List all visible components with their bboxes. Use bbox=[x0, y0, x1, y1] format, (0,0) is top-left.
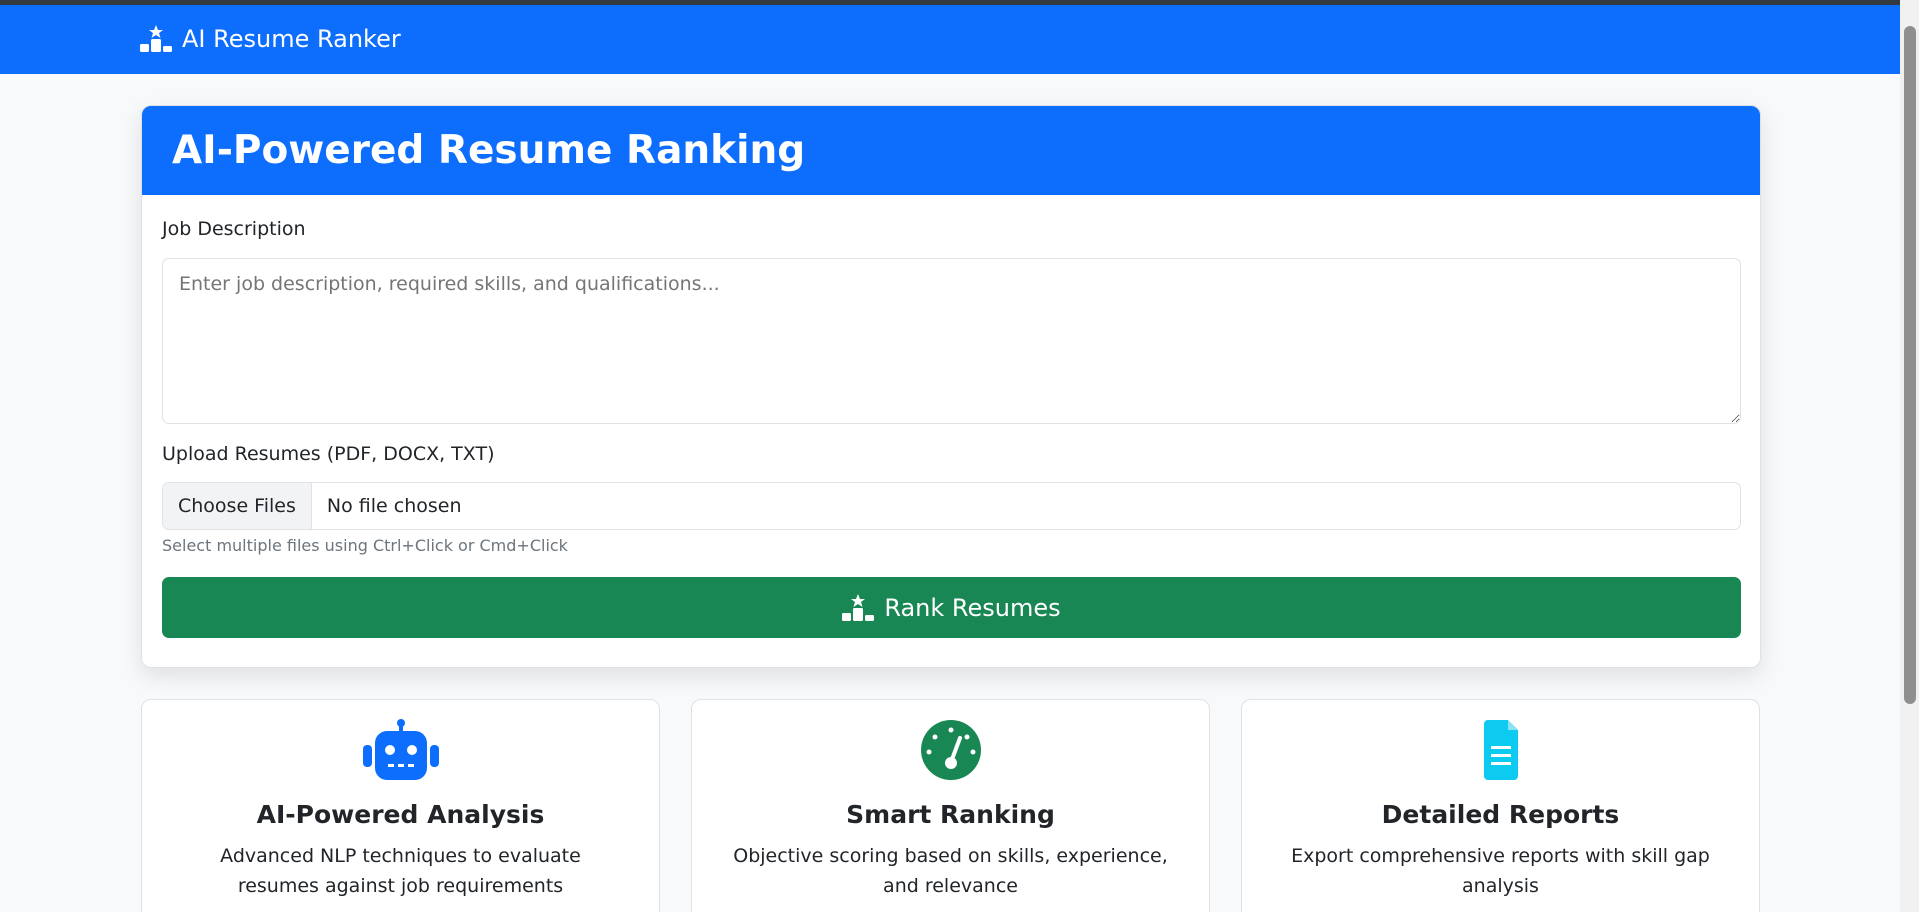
navbar-brand[interactable]: AI Resume Ranker bbox=[140, 25, 401, 53]
page-title: AI-Powered Resume Ranking bbox=[172, 128, 806, 173]
job-description-input[interactable] bbox=[162, 258, 1741, 424]
feature-description: Objective scoring based on skills, exper… bbox=[733, 845, 1168, 897]
page-scrollbar[interactable] bbox=[1900, 0, 1919, 912]
card-header: AI-Powered Resume Ranking bbox=[142, 106, 1760, 195]
feature-title: Smart Ranking bbox=[846, 800, 1055, 829]
feature-card-detailed-reports: Detailed Reports Export comprehensive re… bbox=[1241, 699, 1760, 912]
ranking-form-card: AI-Powered Resume Ranking Job Descriptio… bbox=[141, 105, 1761, 668]
file-text-icon bbox=[1483, 720, 1518, 780]
rank-resumes-button[interactable]: Rank Resumes bbox=[162, 577, 1741, 638]
feature-description: Advanced NLP techniques to evaluate resu… bbox=[220, 845, 581, 897]
ranking-podium-icon bbox=[842, 593, 875, 621]
ranking-podium-icon bbox=[140, 25, 172, 52]
feature-description: Export comprehensive reports with skill … bbox=[1291, 845, 1710, 897]
upload-resumes-label: Upload Resumes (PDF, DOCX, TXT) bbox=[162, 443, 495, 465]
brand-name: AI Resume Ranker bbox=[182, 25, 401, 53]
resume-file-input[interactable]: Choose Files No file chosen bbox=[162, 482, 1741, 530]
choose-files-button[interactable]: Choose Files bbox=[163, 483, 312, 529]
feature-title: AI-Powered Analysis bbox=[256, 800, 545, 829]
rank-resumes-label: Rank Resumes bbox=[884, 593, 1061, 622]
file-status: No file chosen bbox=[326, 495, 462, 517]
speedometer-icon bbox=[920, 720, 981, 780]
robot-icon bbox=[362, 719, 439, 780]
job-description-label: Job Description bbox=[162, 218, 306, 240]
feature-title: Detailed Reports bbox=[1381, 800, 1620, 829]
scrollbar-thumb[interactable] bbox=[1904, 26, 1916, 704]
feature-card-ai-analysis: AI-Powered Analysis Advanced NLP techniq… bbox=[141, 699, 660, 912]
navbar: AI Resume Ranker bbox=[0, 5, 1900, 74]
feature-card-smart-ranking: Smart Ranking Objective scoring based on… bbox=[691, 699, 1210, 912]
upload-hint: Select multiple files using Ctrl+Click o… bbox=[162, 536, 568, 555]
